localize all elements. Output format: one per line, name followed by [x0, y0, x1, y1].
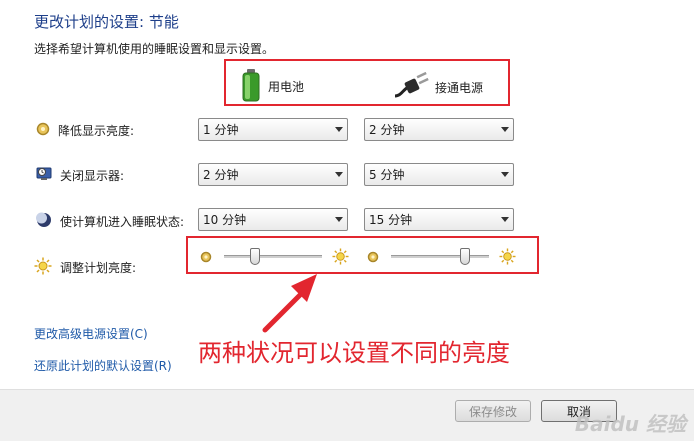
page-title: 更改计划的设置: 节能 — [34, 13, 179, 31]
row-sleep: 使计算机进入睡眠状态: — [36, 212, 184, 231]
annotation-arrow-icon — [262, 274, 317, 333]
sleep-plugged-select[interactable]: 15 分钟 — [364, 208, 514, 231]
battery-column-header: 用电池 — [240, 68, 304, 105]
sleep-battery-select[interactable]: 10 分钟 — [198, 208, 348, 231]
bright-sun-icon — [332, 248, 349, 268]
display-off-icon — [36, 166, 52, 185]
slider-track — [224, 255, 322, 258]
page-description: 选择希望计算机使用的睡眠设置和显示设置。 — [34, 42, 275, 56]
annotation-text: 两种状况可以设置不同的亮度 — [198, 339, 510, 367]
plugged-column-label: 接通电源 — [435, 81, 484, 95]
slider-track — [391, 255, 489, 258]
power-plug-icon — [393, 71, 429, 103]
row-label: 使计算机进入睡眠状态: — [60, 215, 185, 229]
plugged-brightness-slider[interactable] — [391, 246, 489, 266]
slider-thumb[interactable] — [460, 248, 470, 265]
chevron-down-icon — [497, 209, 513, 230]
battery-brightness-slider[interactable] — [224, 246, 322, 266]
row-label: 关闭显示器: — [60, 169, 125, 183]
bright-sun-icon — [499, 248, 516, 268]
restore-defaults-link[interactable]: 还原此计划的默认设置(R) — [34, 357, 172, 374]
dim-brightness-icon — [36, 122, 50, 139]
dim-display-battery-select[interactable]: 1 分钟 — [198, 118, 348, 141]
row-brightness: 调整计划亮度: — [34, 257, 136, 278]
dim-brightness-icon — [367, 251, 379, 266]
chevron-down-icon — [331, 164, 347, 185]
display-off-battery-select[interactable]: 2 分钟 — [198, 163, 348, 186]
row-label: 降低显示亮度: — [58, 124, 135, 138]
row-display-off: 关闭显示器: — [36, 166, 124, 185]
sleep-moon-icon — [36, 212, 52, 231]
advanced-power-settings-link[interactable]: 更改高级电源设置(C) — [34, 325, 148, 342]
battery-icon — [240, 68, 262, 105]
battery-column-label: 用电池 — [268, 80, 305, 94]
dim-brightness-icon — [200, 251, 212, 266]
chevron-down-icon — [497, 119, 513, 140]
slider-thumb[interactable] — [250, 248, 260, 265]
watermark: Baidu 经验 — [574, 412, 686, 436]
chevron-down-icon — [331, 209, 347, 230]
display-off-plugged-select[interactable]: 5 分钟 — [364, 163, 514, 186]
save-button[interactable]: 保存修改 — [455, 400, 531, 422]
sun-icon — [34, 257, 52, 278]
row-label: 调整计划亮度: — [60, 261, 137, 275]
chevron-down-icon — [497, 164, 513, 185]
chevron-down-icon — [331, 119, 347, 140]
plugged-column-header: 接通电源 — [393, 71, 484, 103]
row-dim-display: 降低显示亮度: — [36, 122, 134, 139]
dim-display-plugged-select[interactable]: 2 分钟 — [364, 118, 514, 141]
